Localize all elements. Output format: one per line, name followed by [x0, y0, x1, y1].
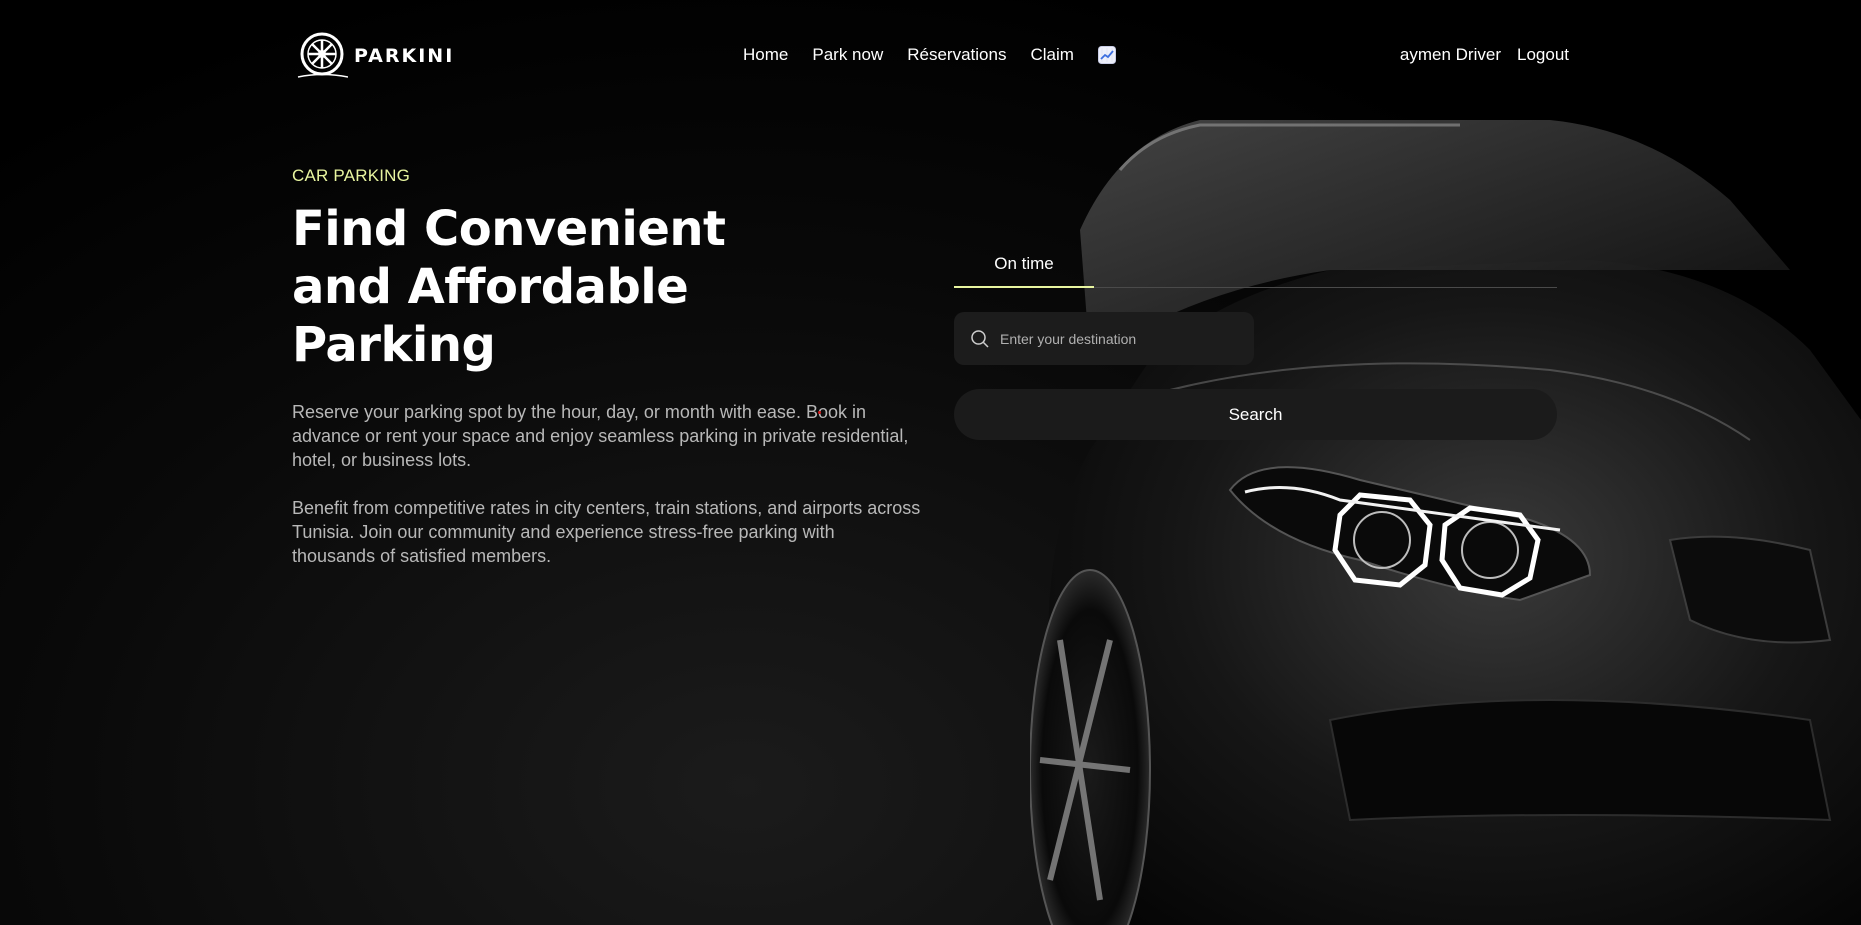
tab-on-time[interactable]: On time: [954, 241, 1094, 288]
booking-panel: On time Search: [954, 240, 1557, 440]
chart-increasing-icon[interactable]: [1097, 46, 1116, 64]
user-area: aymen Driver Logout: [1400, 45, 1569, 65]
hero-headline: Find Convenient and Affordable Parking: [292, 201, 726, 373]
destination-input[interactable]: [998, 329, 1232, 348]
logout-link[interactable]: Logout: [1517, 45, 1569, 65]
search-button[interactable]: Search: [954, 389, 1557, 440]
nav-reservations[interactable]: Réservations: [907, 45, 1006, 65]
brand-logo[interactable]: PARKINI: [296, 32, 454, 80]
site-header: PARKINI Home Park now Réservations Claim…: [0, 0, 1861, 112]
decorative-dot: [818, 411, 821, 414]
hero-section: CAR PARKING Find Convenient and Affordab…: [292, 166, 932, 568]
search-icon: [971, 329, 989, 348]
page: PARKINI Home Park now Réservations Claim…: [0, 0, 1861, 925]
destination-search-field[interactable]: [954, 312, 1254, 365]
main-nav: Home Park now Réservations Claim: [743, 45, 1116, 65]
hero-eyebrow: CAR PARKING: [292, 166, 411, 185]
hero-paragraph-1: Reserve your parking spot by the hour, d…: [292, 402, 909, 470]
nav-claim[interactable]: Claim: [1030, 45, 1073, 65]
user-name[interactable]: aymen Driver: [1400, 45, 1501, 65]
wheel-logo-icon: [297, 32, 348, 78]
nav-home[interactable]: Home: [743, 45, 788, 65]
brand-name: PARKINI: [354, 45, 455, 67]
nav-park-now[interactable]: Park now: [812, 45, 883, 65]
hero-paragraph-2: Benefit from competitive rates in city c…: [292, 498, 921, 566]
booking-tabs: On time: [954, 240, 1557, 288]
